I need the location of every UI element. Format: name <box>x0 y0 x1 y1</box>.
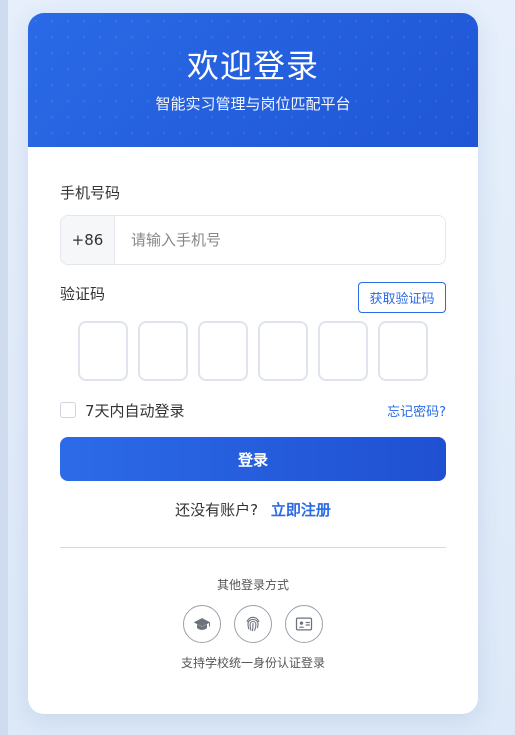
fingerprint-icon[interactable] <box>234 605 272 643</box>
phone-field: +86 <box>60 215 446 265</box>
code-digit-input[interactable] <box>378 321 428 381</box>
remember-me[interactable]: 7天内自动登录 <box>60 400 185 421</box>
get-code-button[interactable]: 获取验证码 <box>358 282 446 313</box>
other-login-title: 其他登录方式 <box>216 578 289 592</box>
login-button[interactable]: 登录 <box>60 437 446 481</box>
forgot-password-link[interactable]: 忘记密码? <box>387 401 446 420</box>
graduation-cap-icon[interactable] <box>183 605 221 643</box>
phone-label: 手机号码 <box>60 184 121 202</box>
code-digit-input[interactable] <box>138 321 188 381</box>
login-options: 7天内自动登录 忘记密码? <box>60 400 446 421</box>
code-digit-input[interactable] <box>78 321 128 381</box>
code-digit-input[interactable] <box>258 321 308 381</box>
remember-checkbox[interactable] <box>60 402 76 418</box>
phone-input[interactable] <box>115 216 445 264</box>
login-card: 欢迎登录 智能实习管理与岗位匹配平台 手机号码 +86 验证码 获取验证码 7天… <box>28 13 478 714</box>
code-input-group <box>60 321 446 381</box>
login-header: 欢迎登录 智能实习管理与岗位匹配平台 <box>28 13 478 147</box>
id-card-icon[interactable] <box>285 605 323 643</box>
code-header: 验证码 获取验证码 <box>60 282 446 313</box>
code-label: 验证码 <box>60 285 106 303</box>
login-form: 手机号码 +86 验证码 获取验证码 7天内自动登录 忘记密码? 登录 还 <box>28 183 478 671</box>
register-prompt: 还没有账户? 立即注册 <box>60 499 446 521</box>
code-digit-input[interactable] <box>318 321 368 381</box>
page-edge <box>0 0 8 735</box>
code-digit-input[interactable] <box>198 321 248 381</box>
school-auth-tip: 支持学校统一身份认证登录 <box>180 656 325 670</box>
other-login-icons <box>60 605 446 643</box>
page-title: 欢迎登录 <box>186 47 319 85</box>
register-link[interactable]: 立即注册 <box>271 501 331 519</box>
country-code-prefix[interactable]: +86 <box>61 216 115 264</box>
page-subtitle: 智能实习管理与岗位匹配平台 <box>155 95 351 113</box>
remember-label: 7天内自动登录 <box>85 401 185 420</box>
register-question: 还没有账户? <box>175 501 259 519</box>
divider <box>60 547 446 548</box>
